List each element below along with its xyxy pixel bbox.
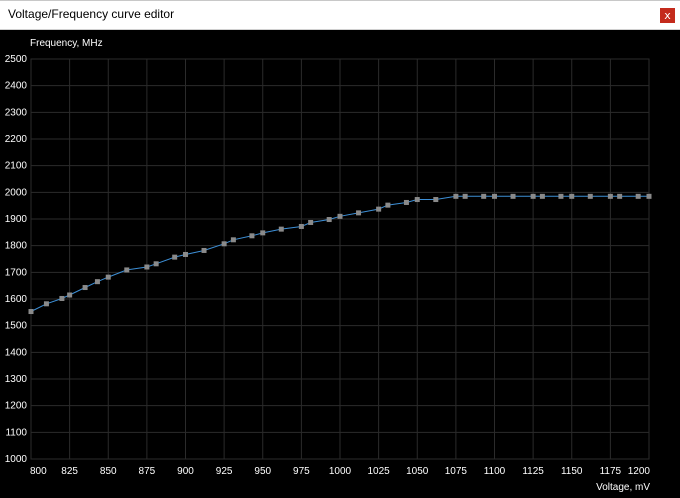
x-tick-label: 900 xyxy=(177,466,194,477)
curve-point[interactable] xyxy=(337,213,343,219)
x-tick-label: 1175 xyxy=(600,466,622,477)
y-tick-label: 2300 xyxy=(5,107,28,118)
curve-point[interactable] xyxy=(172,254,178,260)
y-axis-title: Frequency, MHz xyxy=(30,38,103,49)
x-tick-label: 950 xyxy=(254,466,271,477)
x-tick-label: 925 xyxy=(216,466,233,477)
x-tick-label: 1150 xyxy=(561,466,583,477)
close-icon: x xyxy=(664,9,671,22)
curve-point[interactable] xyxy=(356,210,362,216)
curve-point[interactable] xyxy=(539,193,545,199)
curve-point[interactable] xyxy=(530,193,536,199)
y-tick-label: 1900 xyxy=(5,214,28,225)
curve-point[interactable] xyxy=(617,193,623,199)
x-tick-label: 825 xyxy=(61,466,78,477)
x-tick-label: 1025 xyxy=(368,466,391,477)
y-tick-label: 1800 xyxy=(5,241,28,252)
curve-point[interactable] xyxy=(221,241,227,247)
x-tick-label: 875 xyxy=(139,466,156,477)
y-tick-label: 1500 xyxy=(5,321,28,332)
y-tick-label: 2500 xyxy=(5,54,28,65)
curve-point[interactable] xyxy=(587,193,593,199)
x-tick-label: 1100 xyxy=(484,466,506,477)
curve-point[interactable] xyxy=(646,193,652,199)
x-axis-title: Voltage, mV xyxy=(596,482,650,493)
curve-point[interactable] xyxy=(433,197,439,203)
curve-point[interactable] xyxy=(28,309,34,315)
curve-point[interactable] xyxy=(298,223,304,229)
curve-point[interactable] xyxy=(249,233,255,239)
y-tick-label: 2100 xyxy=(5,161,28,172)
curve-point[interactable] xyxy=(67,292,73,298)
curve-point[interactable] xyxy=(492,193,497,199)
curve-point[interactable] xyxy=(153,261,159,267)
curve-point[interactable] xyxy=(94,279,100,285)
curve-point[interactable] xyxy=(462,193,468,199)
y-tick-label: 1600 xyxy=(5,294,28,305)
y-tick-label: 1100 xyxy=(5,427,27,438)
y-tick-label: 1300 xyxy=(5,374,28,385)
y-tick-label: 2400 xyxy=(5,81,28,92)
curve-point[interactable] xyxy=(385,202,391,208)
x-tick-label: 1075 xyxy=(445,466,468,477)
vf-curve-plot[interactable]: 800 825 850 875 900 925 950 975 1000 1025 1050 1075… xyxy=(0,30,680,498)
x-tick-label: 850 xyxy=(100,466,117,477)
vf-curve-chart[interactable]: 800 825 850 875 900 925 950 975 1000 1025 1050 1075… xyxy=(0,30,680,498)
y-tick-label: 1700 xyxy=(5,267,28,278)
curve-point[interactable] xyxy=(43,301,49,307)
curve-point[interactable] xyxy=(326,217,332,223)
curve-point[interactable] xyxy=(414,197,420,203)
curve-point[interactable] xyxy=(230,237,236,243)
curve-point[interactable] xyxy=(403,199,409,205)
window-title: Voltage/Frequency curve editor xyxy=(8,7,175,21)
curve-point[interactable] xyxy=(510,193,516,199)
x-tick-label: 1125 xyxy=(522,466,544,477)
y-tick-label: 2000 xyxy=(5,187,28,198)
curve-point[interactable] xyxy=(201,247,207,253)
x-tick-label: 1200 xyxy=(628,466,651,477)
curve-point[interactable] xyxy=(183,251,188,257)
curve-point[interactable] xyxy=(260,230,266,236)
curve-point[interactable] xyxy=(105,274,111,280)
curve-point[interactable] xyxy=(59,295,65,301)
curve-point[interactable] xyxy=(607,193,613,199)
title-bar: Voltage/Frequency curve editor x xyxy=(0,0,680,30)
y-tick-label: 1400 xyxy=(5,347,28,358)
x-tick-label: 1000 xyxy=(329,466,352,477)
y-tick-label: 1200 xyxy=(5,401,28,412)
y-tick-label: 2200 xyxy=(5,134,28,145)
curve-point[interactable] xyxy=(82,285,88,291)
curve-point[interactable] xyxy=(308,219,314,225)
curve-point[interactable] xyxy=(124,267,130,273)
x-tick-label: 800 xyxy=(30,466,47,477)
curve-point[interactable] xyxy=(453,193,459,199)
curve-point[interactable] xyxy=(569,193,575,199)
y-tick-label: 1000 xyxy=(5,454,28,465)
curve-point[interactable] xyxy=(558,193,564,199)
x-tick-label: 975 xyxy=(293,466,310,477)
curve-point[interactable] xyxy=(635,193,641,199)
curve-point[interactable] xyxy=(278,226,284,232)
close-button[interactable]: x xyxy=(660,8,675,23)
curve-point[interactable] xyxy=(376,206,382,212)
curve-point[interactable] xyxy=(481,193,487,199)
curve-point[interactable] xyxy=(144,264,150,270)
x-tick-label: 1050 xyxy=(406,466,429,477)
